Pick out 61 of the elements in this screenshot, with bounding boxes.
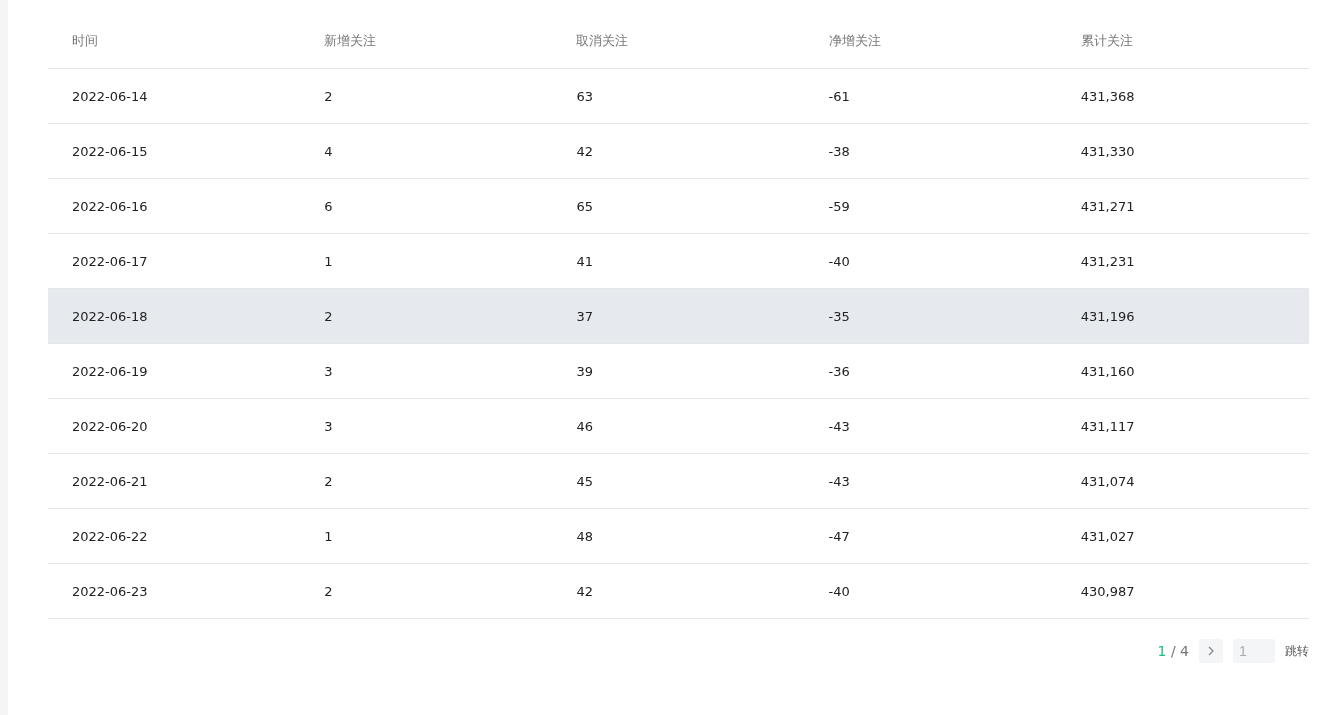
next-page-button[interactable] [1199, 639, 1223, 663]
table-cell-text: -40 [827, 583, 851, 599]
column-header: 累计关注 [1079, 32, 1134, 50]
table-cell-text: 2 [323, 583, 334, 599]
table-cell-text: 42 [575, 143, 594, 159]
table-cell-text: 431,196 [1079, 308, 1136, 324]
table-cell-text: 1 [323, 253, 334, 269]
table-cell-text: 63 [575, 88, 594, 104]
column-header: 净增关注 [827, 32, 882, 50]
table-cell-text: 431,330 [1079, 143, 1136, 159]
table-cell-text: 2022-06-21 [71, 473, 149, 489]
table-cell-text: 2022-06-16 [71, 198, 149, 214]
page-total: / 4 [1170, 643, 1189, 659]
table-cell-text: 2022-06-17 [71, 253, 149, 269]
chevron-right-icon [1207, 646, 1215, 656]
table-cell-text: 431,074 [1079, 473, 1136, 489]
table-cell-text: 48 [575, 528, 594, 544]
table-cell-text: 431,368 [1079, 88, 1136, 104]
table-cell-text: 2022-06-15 [71, 143, 149, 159]
table-cell-text: 4 [323, 143, 334, 159]
table-cell-text: -47 [827, 528, 851, 544]
table-cell-text: -61 [827, 88, 851, 104]
table-cell-text: -43 [827, 418, 851, 434]
table-cell-text: 41 [575, 253, 594, 269]
table-cell-text: 2022-06-19 [71, 363, 149, 379]
table-cell-text: 45 [575, 473, 594, 489]
table-cell-text: 65 [575, 198, 594, 214]
table-cell-text: 1 [323, 528, 334, 544]
column-header: 新增关注 [323, 32, 378, 50]
table-cell-text: 2022-06-23 [71, 583, 149, 599]
table-cell-text: 46 [575, 418, 594, 434]
table-cell-text: 430,987 [1079, 583, 1136, 599]
table-cell-text: 2022-06-22 [71, 528, 149, 544]
table-cell-text: 431,231 [1079, 253, 1136, 269]
table-cell-text: 2022-06-14 [71, 88, 149, 104]
table-cell-text: 431,117 [1079, 418, 1136, 434]
column-header: 时间 [71, 32, 99, 50]
table-cell-text: 39 [575, 363, 594, 379]
table-cell-text: -35 [827, 308, 851, 324]
table-cell-text: -43 [827, 473, 851, 489]
table-cell-text: 431,027 [1079, 528, 1136, 544]
table-row[interactable]: 2022-06-18 2 37 -35 431,196 [48, 289, 1309, 344]
table-cell-text: 6 [323, 198, 334, 214]
table-cell-text: -38 [827, 143, 851, 159]
table-cell-text: 2 [323, 308, 334, 324]
table-cell-text: 2022-06-18 [71, 308, 149, 324]
table-cell-text: 42 [575, 583, 594, 599]
table-cell-text: 3 [323, 363, 334, 379]
table-cell-text: 2 [323, 473, 334, 489]
column-header: 取消关注 [575, 32, 630, 50]
table-cell-text: 431,160 [1079, 363, 1136, 379]
table-cell-text: 2 [323, 88, 334, 104]
jump-link[interactable]: 跳转 [1285, 642, 1309, 660]
table-cell-text: 431,271 [1079, 198, 1136, 214]
table-cell-text: 3 [323, 418, 334, 434]
table-cell-text: 2022-06-20 [71, 418, 149, 434]
table-cell-text: -36 [827, 363, 851, 379]
table-cell-text: -59 [827, 198, 851, 214]
table-cell-text: 37 [575, 308, 594, 324]
current-page: 1 [1157, 643, 1167, 659]
table-cell-text: -40 [827, 253, 851, 269]
